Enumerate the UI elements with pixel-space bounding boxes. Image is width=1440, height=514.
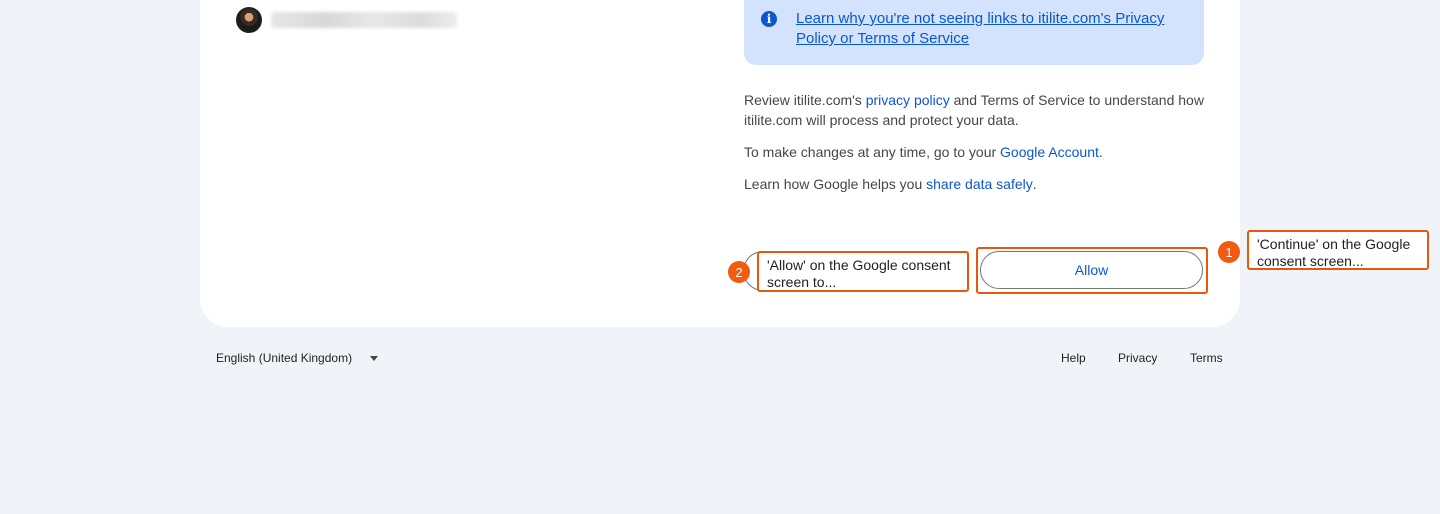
annotation-badge-2: 2 [728, 261, 750, 283]
share-suffix: . [1032, 176, 1037, 192]
share-text: Learn how Google helps you share data sa… [744, 174, 1214, 194]
review-prefix: Review itilite.com's [744, 92, 866, 108]
annotation-tooltip-1: 'Continue' on the Google consent screen.… [1247, 230, 1429, 270]
google-account-link[interactable]: Google Account [1000, 144, 1099, 160]
info-icon: i [761, 11, 777, 27]
annotation-tooltip-2: 'Allow' on the Google consent screen to.… [757, 251, 969, 292]
privacy-links-info-link[interactable]: Learn why you're not seeing links to iti… [796, 9, 1196, 49]
review-text: Review itilite.com's privacy policy and … [744, 90, 1214, 130]
footer-help-link[interactable]: Help [1061, 351, 1086, 365]
privacy-policy-link[interactable]: privacy policy [866, 92, 950, 108]
footer-privacy-link[interactable]: Privacy [1118, 351, 1157, 365]
chevron-down-icon [370, 355, 379, 361]
share-prefix: Learn how Google helps you [744, 176, 927, 192]
allow-highlight-box [976, 247, 1208, 294]
changes-suffix: . [1098, 144, 1103, 160]
language-label: English (United Kingdom) [216, 351, 353, 365]
account-row[interactable] [236, 7, 457, 33]
changes-prefix: To make changes at any time, go to your [744, 144, 1001, 160]
footer-terms-link[interactable]: Terms [1190, 351, 1223, 365]
annotation-badge-1: 1 [1218, 241, 1240, 263]
changes-text: To make changes at any time, go to your … [744, 142, 1214, 162]
language-selector[interactable]: English (United Kingdom) [216, 351, 379, 365]
share-data-safely-link[interactable]: share data safely [926, 176, 1033, 192]
user-avatar [236, 7, 262, 33]
blurred-email [271, 12, 457, 28]
